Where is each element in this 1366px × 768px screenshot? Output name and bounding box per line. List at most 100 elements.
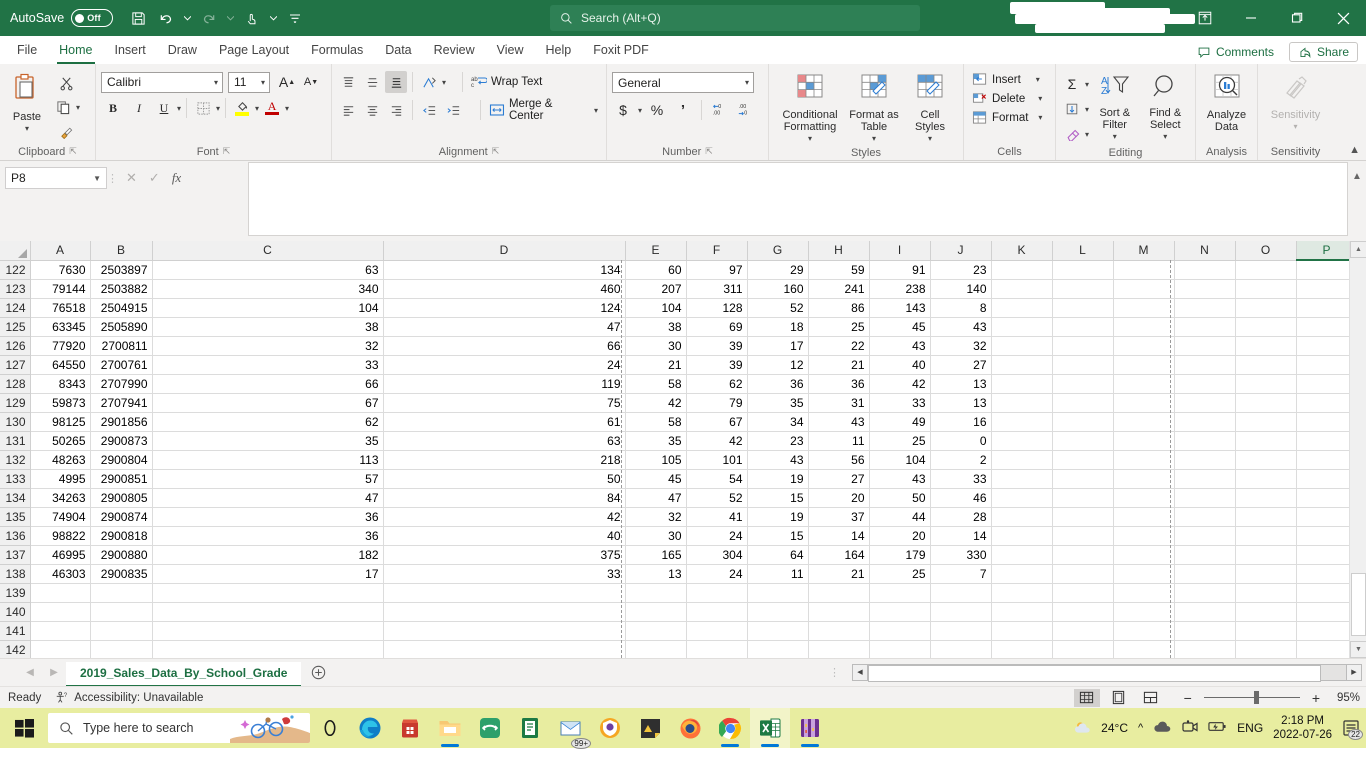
search-box[interactable]: Search (Alt+Q) xyxy=(550,5,920,31)
cell-A135[interactable]: 74904 xyxy=(30,507,91,527)
cell-L127[interactable] xyxy=(1052,355,1114,375)
column-header-G[interactable]: G xyxy=(747,241,809,261)
cell-J128[interactable]: 13 xyxy=(930,374,992,394)
cell-D136[interactable]: 40 xyxy=(383,526,626,546)
cell-F122[interactable]: 97 xyxy=(686,260,748,280)
percent-style-button[interactable]: % xyxy=(646,99,668,121)
cell-K132[interactable] xyxy=(991,450,1053,470)
underline-dropdown-icon[interactable]: ▾ xyxy=(177,104,181,113)
taskbar-search-box[interactable]: Type here to search xyxy=(48,713,310,743)
cell-G136[interactable]: 15 xyxy=(747,526,809,546)
cell-M136[interactable] xyxy=(1113,526,1175,546)
cell-L122[interactable] xyxy=(1052,260,1114,280)
cell-B142[interactable] xyxy=(90,640,153,658)
cell-A138[interactable]: 46303 xyxy=(30,564,91,584)
cell-G130[interactable]: 34 xyxy=(747,412,809,432)
cell-C124[interactable]: 104 xyxy=(152,298,384,318)
delete-cells-button[interactable]: Delete ▾ xyxy=(969,90,1045,107)
cell-E136[interactable]: 30 xyxy=(625,526,687,546)
tab-draw[interactable]: Draw xyxy=(157,38,208,64)
conditional-formatting-dropdown-icon[interactable]: ▾ xyxy=(808,133,812,145)
column-header-L[interactable]: L xyxy=(1052,241,1114,261)
cell-M135[interactable] xyxy=(1113,507,1175,527)
undo-icon[interactable] xyxy=(153,5,179,31)
restore-button[interactable] xyxy=(1274,0,1320,36)
analyze-data-button[interactable]: Analyze Data xyxy=(1201,69,1252,133)
cell-P136[interactable] xyxy=(1296,526,1358,546)
cell-H135[interactable]: 37 xyxy=(808,507,870,527)
cell-P122[interactable] xyxy=(1296,260,1358,280)
cell-D124[interactable]: 124 xyxy=(383,298,626,318)
cell-C123[interactable]: 340 xyxy=(152,279,384,299)
clear-button[interactable] xyxy=(1061,123,1083,145)
cell-E124[interactable]: 104 xyxy=(625,298,687,318)
close-button[interactable] xyxy=(1320,0,1366,36)
next-sheet-button[interactable]: ▶ xyxy=(42,667,66,678)
cell-N122[interactable] xyxy=(1174,260,1236,280)
cell-N132[interactable] xyxy=(1174,450,1236,470)
vertical-scrollbar[interactable]: ▲ ▼ xyxy=(1349,241,1366,658)
cell-D132[interactable]: 218 xyxy=(383,450,626,470)
cell-B126[interactable]: 2700811 xyxy=(90,336,153,356)
zoom-level[interactable]: 95% xyxy=(1326,692,1360,704)
cell-M123[interactable] xyxy=(1113,279,1175,299)
cell-O123[interactable] xyxy=(1235,279,1297,299)
cell-E130[interactable]: 58 xyxy=(625,412,687,432)
font-size-dropdown-icon[interactable]: ▾ xyxy=(261,78,265,87)
scroll-down-button[interactable]: ▼ xyxy=(1350,641,1366,658)
start-button[interactable] xyxy=(0,708,48,748)
cell-P142[interactable] xyxy=(1296,640,1358,658)
cell-I123[interactable]: 238 xyxy=(869,279,931,299)
cell-I130[interactable]: 49 xyxy=(869,412,931,432)
column-header-J[interactable]: J xyxy=(930,241,992,261)
cell-N142[interactable] xyxy=(1174,640,1236,658)
cell-A123[interactable]: 79144 xyxy=(30,279,91,299)
cell-E128[interactable]: 58 xyxy=(625,374,687,394)
cell-N126[interactable] xyxy=(1174,336,1236,356)
cell-I142[interactable] xyxy=(869,640,931,658)
cell-G141[interactable] xyxy=(747,621,809,641)
cell-B137[interactable]: 2900880 xyxy=(90,545,153,565)
cell-N123[interactable] xyxy=(1174,279,1236,299)
cell-M129[interactable] xyxy=(1113,393,1175,413)
tab-file[interactable]: File xyxy=(6,38,48,64)
cell-L138[interactable] xyxy=(1052,564,1114,584)
sheet-tab-active[interactable]: 2019_Sales_Data_By_School_Grade xyxy=(66,661,302,687)
notes-icon[interactable] xyxy=(510,708,550,748)
cell-F133[interactable]: 54 xyxy=(686,469,748,489)
insert-cells-button[interactable]: Insert ▾ xyxy=(969,71,1043,88)
autosave-control[interactable]: AutoSave Off xyxy=(10,9,114,27)
cell-B122[interactable]: 2503897 xyxy=(90,260,153,280)
cell-O132[interactable] xyxy=(1235,450,1297,470)
tab-help[interactable]: Help xyxy=(535,38,583,64)
copy-dropdown-icon[interactable]: ▾ xyxy=(76,103,80,112)
cell-J130[interactable]: 16 xyxy=(930,412,992,432)
name-box[interactable]: P8 ▼ xyxy=(5,167,107,189)
column-header-O[interactable]: O xyxy=(1235,241,1297,261)
cell-I134[interactable]: 50 xyxy=(869,488,931,508)
cell-E135[interactable]: 32 xyxy=(625,507,687,527)
wrap-text-button[interactable]: ab c Wrap Text xyxy=(468,74,545,90)
excel-icon[interactable] xyxy=(750,708,790,748)
row-header-124[interactable]: 124 xyxy=(0,298,31,318)
format-cells-button[interactable]: Format ▾ xyxy=(969,109,1045,126)
autosum-dropdown-icon[interactable]: ▾ xyxy=(1085,80,1089,89)
cell-H134[interactable]: 20 xyxy=(808,488,870,508)
cell-G125[interactable]: 18 xyxy=(747,317,809,337)
cell-C137[interactable]: 182 xyxy=(152,545,384,565)
cell-E140[interactable] xyxy=(625,602,687,622)
align-bottom-button[interactable] xyxy=(385,71,407,93)
cell-O137[interactable] xyxy=(1235,545,1297,565)
cell-K124[interactable] xyxy=(991,298,1053,318)
cell-L124[interactable] xyxy=(1052,298,1114,318)
cell-C139[interactable] xyxy=(152,583,384,603)
cell-J137[interactable]: 330 xyxy=(930,545,992,565)
cell-O140[interactable] xyxy=(1235,602,1297,622)
touch-mode-dropdown-icon[interactable] xyxy=(267,5,280,31)
weather-widget[interactable]: 24°C xyxy=(1073,719,1128,737)
cell-F126[interactable]: 39 xyxy=(686,336,748,356)
comma-style-button[interactable]: ’ xyxy=(672,99,694,121)
show-hidden-icons-icon[interactable]: ^ xyxy=(1138,722,1143,734)
cell-B136[interactable]: 2900818 xyxy=(90,526,153,546)
number-dialog-launcher[interactable]: ⇱ xyxy=(705,146,713,157)
